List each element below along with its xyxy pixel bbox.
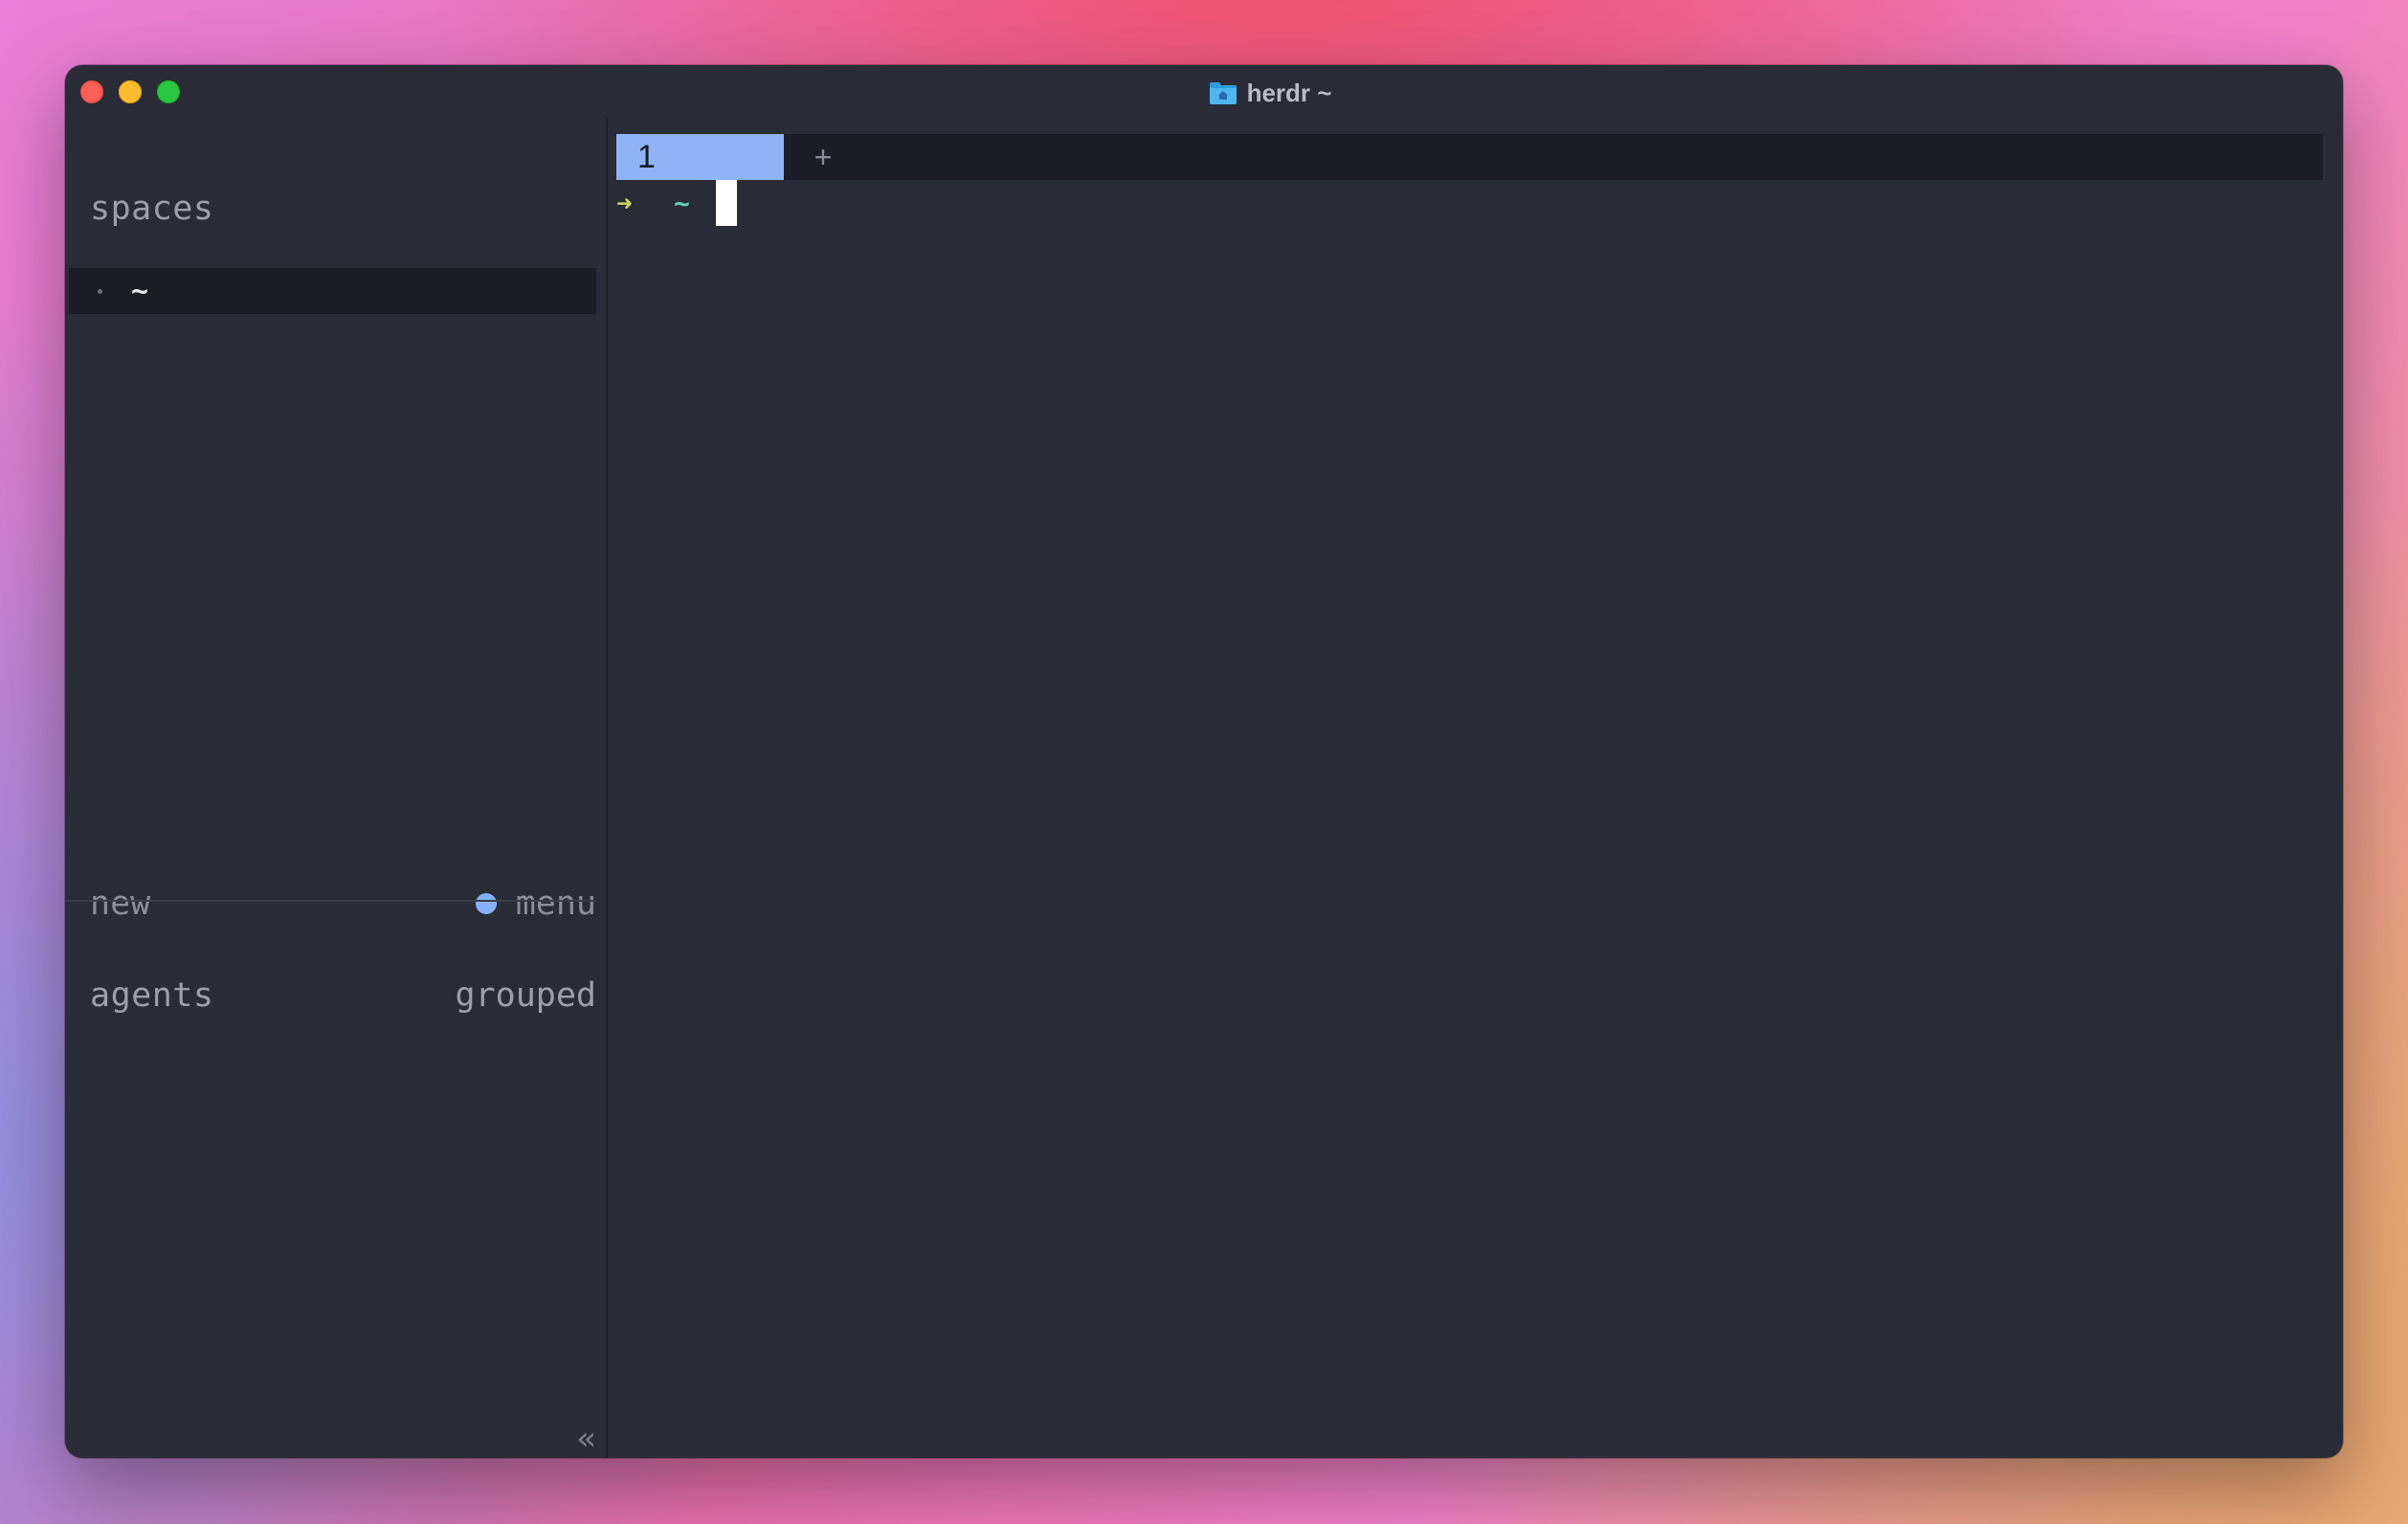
status-dot-icon	[475, 893, 497, 914]
prompt-arrow-icon: ➜	[616, 187, 633, 219]
agents-heading: agents	[90, 976, 214, 1015]
new-space-button[interactable]: new	[90, 885, 150, 923]
sidebar: spaces ~ new menu agents grouped «	[65, 119, 606, 1458]
folder-icon	[1209, 80, 1237, 105]
terminal-cursor	[716, 180, 737, 226]
window-title-area: herdr ~	[65, 77, 2343, 109]
prompt-directory: ~	[674, 187, 690, 219]
title-bar[interactable]: herdr ~	[65, 65, 2343, 119]
terminal-prompt[interactable]: ➜ ~	[616, 180, 737, 226]
menu-label: menu	[515, 885, 596, 923]
tab-1[interactable]: 1	[616, 134, 784, 180]
grouped-toggle[interactable]: grouped	[455, 976, 596, 1015]
add-tab-button[interactable]: +	[804, 134, 842, 180]
space-item[interactable]: ~	[69, 268, 596, 314]
spaces-heading: spaces	[90, 190, 214, 228]
double-chevron-left-icon[interactable]: «	[571, 1423, 602, 1455]
window-title: herdr ~	[1246, 78, 1332, 107]
terminal-window: herdr ~ spaces ~ new menu agents grouped…	[65, 65, 2343, 1458]
pane-divider[interactable]	[606, 119, 608, 1458]
sidebar-divider	[65, 900, 596, 902]
bullet-icon	[98, 288, 102, 294]
space-item-label: ~	[131, 274, 149, 308]
menu-button[interactable]: menu	[475, 885, 596, 923]
tab-bar	[616, 134, 2323, 180]
